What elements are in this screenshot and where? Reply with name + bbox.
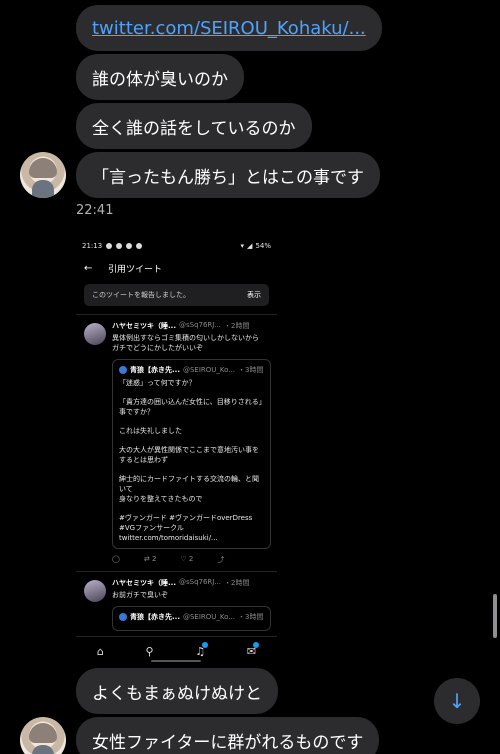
phone-status-bar: 21:13 ▾ ◢ 54%: [76, 238, 277, 253]
tweet: ハヤセミツキ（睡... @sSq76RJ... ・2時間 お前ガチで臭いぞ 青狼…: [76, 572, 277, 631]
tab-bar: ⌂ ⚲ ♫ ✉: [76, 636, 277, 666]
tweet-time: ・2時間: [224, 579, 250, 587]
tweet: ハヤセミツキ（睡... @sSq76RJ... ・2時間 異体例出すならゴミ集積…: [76, 315, 277, 571]
tweet-time: ・2時間: [224, 322, 250, 330]
quote-time: ・3時間: [238, 613, 264, 621]
notification-icon: [116, 242, 123, 249]
quote-avatar: [119, 613, 127, 621]
link-message-bubble[interactable]: twitter.com/SEIROU_Kohaku/...: [76, 5, 382, 51]
like-icon: ♡ 2: [180, 555, 194, 563]
message-text: 「言ったもん勝ち」とはこの事です: [92, 167, 364, 188]
tweet-avatar: [84, 580, 106, 602]
retweet-icon: ⇄ 2: [143, 555, 157, 563]
wifi-icon: ▾: [240, 241, 245, 250]
battery-level: 54%: [255, 241, 271, 250]
messages-icon: ✉: [246, 642, 260, 658]
quote-paragraph: 大の大人が異性関係でここまで意地汚い事をするとは思わず: [119, 446, 259, 464]
quote-paragraph: 「迷惑」って何ですか？: [119, 379, 196, 387]
home-indicator: [151, 660, 201, 662]
notice-show-button: 表示: [247, 291, 261, 299]
quote-time: ・3時間: [238, 366, 264, 374]
message-text: よくもまぁぬけぬけと: [92, 683, 262, 704]
tweet-author-name: ハヤセミツキ（睡...: [112, 579, 176, 587]
scrollbar[interactable]: [493, 594, 497, 638]
message-text: 女性ファイターに群がれるものです: [92, 732, 364, 753]
message-bubble: 全く誰の話をしているのか: [76, 103, 312, 149]
message-bubble: 誰の体が臭いのか: [76, 54, 244, 100]
message-timestamp: 22:41: [76, 203, 114, 218]
like-count: 2: [188, 555, 194, 563]
tweet-author-name: ハヤセミツキ（睡...: [112, 322, 176, 330]
message-bubble: 女性ファイターに群がれるものです: [76, 717, 380, 754]
notification-icon: [106, 242, 113, 249]
message-text: 誰の体が臭いのか: [92, 69, 228, 90]
notifications-icon: ♫: [195, 642, 209, 658]
header-title: 引用ツイート: [108, 264, 163, 275]
tweet-handle: @sSq76RJ...: [178, 321, 222, 329]
tweet-avatar: [84, 323, 106, 345]
twitter-header: ← 引用ツイート: [76, 253, 277, 283]
quote-paragraph: 紳士的にカードファイトする交流の輪、と聞いて: [119, 475, 259, 493]
message-bubble: 「言ったもん勝ち」とはこの事です: [76, 152, 380, 198]
quote-author-name: 青狼【赤き先...: [130, 613, 180, 621]
back-arrow-icon: ←: [84, 262, 93, 274]
notification-icon: [126, 242, 133, 249]
reported-notice: このツイートを報告しました。 表示: [84, 284, 269, 306]
quote-handle: @SEIROU_Ko...: [182, 366, 235, 374]
message-text: 全く誰の話をしているのか: [92, 118, 296, 139]
tweet-text-line: 異体例出すならゴミ集積の匂いしかしないから: [112, 334, 259, 342]
message-bubble: よくもまぁぬけぬけと: [76, 668, 278, 714]
quote-paragraph: #ヴァンガード #ヴァンガードoverDress #VGファンサークル twit…: [119, 514, 253, 542]
attached-screenshot[interactable]: 21:13 ▾ ◢ 54% ← 引用ツイート このツイートを報告しました。 表示…: [76, 238, 277, 666]
tweet-text-line: ガチでどうにかしたがいいぞ: [112, 344, 203, 352]
phone-status-time: 21:13: [82, 241, 103, 250]
tweet-text: お前ガチで臭いぞ: [112, 591, 168, 599]
quote-handle: @SEIROU_Ko...: [182, 613, 235, 621]
search-icon: ⚲: [145, 645, 154, 658]
down-arrow-icon: ↓: [448, 689, 466, 713]
share-icon: ⤴: [217, 556, 225, 564]
tweet-actions: ◯ ⇄ 2 ♡ 2 ⤴: [112, 549, 271, 571]
home-icon: ⌂: [96, 645, 104, 658]
quote-author-name: 青狼【赤き先...: [130, 366, 180, 374]
sender-avatar[interactable]: [20, 717, 66, 754]
quote-avatar: [119, 366, 127, 374]
quote-paragraph: 「貴方達の囲い込んだ女性に、目移りされる」事ですか？: [119, 398, 263, 416]
tweet-handle: @sSq76RJ...: [178, 578, 222, 586]
notice-text: このツイートを報告しました。: [92, 291, 190, 299]
scroll-to-bottom-button[interactable]: ↓: [434, 678, 480, 724]
quote-paragraph: これは失礼しました: [119, 427, 182, 435]
notification-icon: [136, 242, 143, 249]
retweet-count: 2: [151, 555, 157, 563]
signal-icon: ◢: [247, 241, 253, 250]
quoted-tweet: 青狼【赤き先... @SEIROU_Ko... ・3時間 「迷惑」って何ですか？…: [112, 359, 271, 549]
reply-icon: ◯: [112, 555, 120, 563]
sender-avatar[interactable]: [20, 152, 66, 198]
quote-paragraph: 身なりを整えてきたもので: [119, 495, 203, 503]
quoted-tweet: 青狼【赤き先... @SEIROU_Ko... ・3時間: [112, 606, 271, 631]
link-text[interactable]: twitter.com/SEIROU_Kohaku/...: [92, 18, 366, 39]
